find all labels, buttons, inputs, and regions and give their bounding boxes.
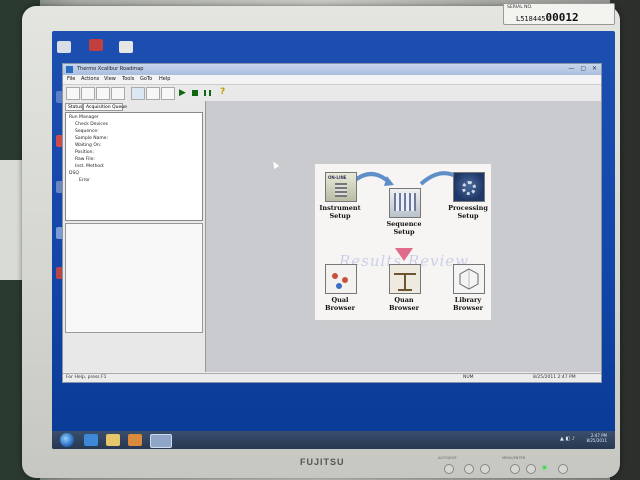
menu-enter-label: MENU/ENTER [502,456,526,460]
status-tree: Run Manager Check Devices Sequence: Samp… [65,112,203,221]
monitor-button[interactable] [480,464,490,474]
instrument-setup-icon[interactable]: ON-LINE [325,172,357,202]
ie-icon[interactable] [84,434,98,446]
library-browser-label[interactable]: Library Browser [438,296,498,312]
menu-goto[interactable]: GoTo [140,76,152,82]
tab-status[interactable]: Status [65,103,83,111]
menu-view[interactable]: View [104,76,116,82]
menu-actions[interactable]: Actions [81,76,99,82]
power-button[interactable] [558,464,568,474]
tray-icons[interactable]: ▲ ◧ ♪ [560,436,575,442]
media-icon[interactable] [128,434,142,446]
processing-setup-icon[interactable] [453,172,485,202]
auto-exit-label: AUTO/EXIT [438,456,457,460]
library-browser-icon[interactable] [453,264,485,294]
quan-browser-icon[interactable] [389,264,421,294]
processing-setup-label[interactable]: Processing Setup [438,204,498,220]
arrow-down-icon [395,248,413,261]
info-view-button[interactable] [81,87,95,100]
menu-help[interactable]: Help [159,76,170,82]
folder-icon[interactable] [106,434,120,446]
menu-file[interactable]: File [67,76,75,82]
play-icon[interactable]: ▶ [179,88,186,98]
tree-item[interactable]: Run Manager [69,115,99,120]
instrument-icon-label: ON-LINE [328,175,347,180]
print-button[interactable] [161,87,175,100]
instrument-button[interactable] [96,87,110,100]
roadmap-panel: Results Review ON-LINE Instrument Setup … [314,163,492,321]
roadmap-view-button[interactable] [66,87,80,100]
monitor-button[interactable] [464,464,474,474]
status-help-text: For Help, press F1 [66,375,107,380]
keypad-icon [335,183,347,197]
structure-icon [459,268,479,290]
help-icon[interactable]: ? [220,87,225,97]
qual-browser-label[interactable]: Qual Browser [310,296,370,312]
instrument-setup-label[interactable]: Instrument Setup [310,204,370,220]
tray-clock[interactable]: 2:47 PM 8/25/2011 [586,433,607,443]
menu-tools[interactable]: Tools [122,76,134,82]
status-num: NUM [463,375,474,380]
status-button[interactable] [131,87,145,100]
sequence-setup-label[interactable]: Sequence Setup [374,220,434,236]
serial-number: L51844500012 [516,11,579,24]
monitor-button[interactable] [510,464,520,474]
mouse-cursor-icon [270,159,280,170]
tree-item[interactable]: Inst. Method: [75,164,105,169]
tree-item[interactable]: DSQ [69,171,79,176]
app-logo-icon [66,66,73,73]
window-controls[interactable]: — ▢ ✕ [568,65,599,72]
desktop-icon-3[interactable] [119,41,133,53]
toolbar: ▶ ? [63,85,601,102]
start-button[interactable] [60,433,74,447]
sequence-button[interactable] [111,87,125,100]
serial-label: SERIAL NO. L51844500012 [503,3,615,25]
tab-acquisition-queue[interactable]: Acquisition Queue [83,103,127,111]
left-pane: Status Acquisition Queue Run Manager Che… [63,101,206,372]
vials-icon [394,193,416,211]
roadmap-workarea: Results Review ON-LINE Instrument Setup … [206,101,601,372]
title-bar: Thermo Xcalibur Roadmap — ▢ ✕ [63,64,601,75]
stop-icon[interactable] [192,90,198,96]
tree-item[interactable]: Error [79,178,90,183]
tree-item[interactable]: Sample Name: [75,136,108,141]
pause-icon[interactable] [204,90,211,96]
serial-label-top: SERIAL NO. [507,5,533,10]
info-panel [65,223,203,333]
power-led [543,466,546,469]
status-bar: For Help, press F1 NUM 8/25/2011 2:47 PM [63,373,601,382]
window-title: Thermo Xcalibur Roadmap [77,66,144,72]
tree-item[interactable]: Waiting On: [75,143,101,148]
menu-bar: File Actions View Tools GoTo Help [63,75,601,85]
monitor-brand-logo: FUJITSU [300,457,345,467]
desktop-icon-2[interactable] [89,39,103,51]
tree-item[interactable]: Check Devices [75,122,108,127]
quan-browser-label[interactable]: Quan Browser [374,296,434,312]
taskbar: ▲ ◧ ♪ 2:47 PM 8/25/2011 [52,431,615,449]
gears-icon [462,181,476,195]
sequence-setup-icon[interactable] [389,188,421,218]
desktop-icon-1[interactable] [57,41,71,53]
monitor-button[interactable] [526,464,536,474]
qual-browser-icon[interactable] [325,264,357,294]
xcalibur-taskbar-icon[interactable] [150,434,172,448]
monitor-buttons: AUTO/EXIT MENU/ENTER [436,456,586,476]
tree-item[interactable]: Position: [75,150,94,155]
reports-button[interactable] [146,87,160,100]
tree-item[interactable]: Raw File: [75,157,95,162]
monitor-button[interactable] [444,464,454,474]
screen: Thermo Xcalibur Roadmap — ▢ ✕ File Actio… [52,31,615,449]
status-datetime: 8/25/2011 2:47 PM [533,375,576,380]
tree-item[interactable]: Sequence: [75,129,99,134]
molecule-icon [332,273,338,279]
xcalibur-window: Thermo Xcalibur Roadmap — ▢ ✕ File Actio… [62,63,602,383]
